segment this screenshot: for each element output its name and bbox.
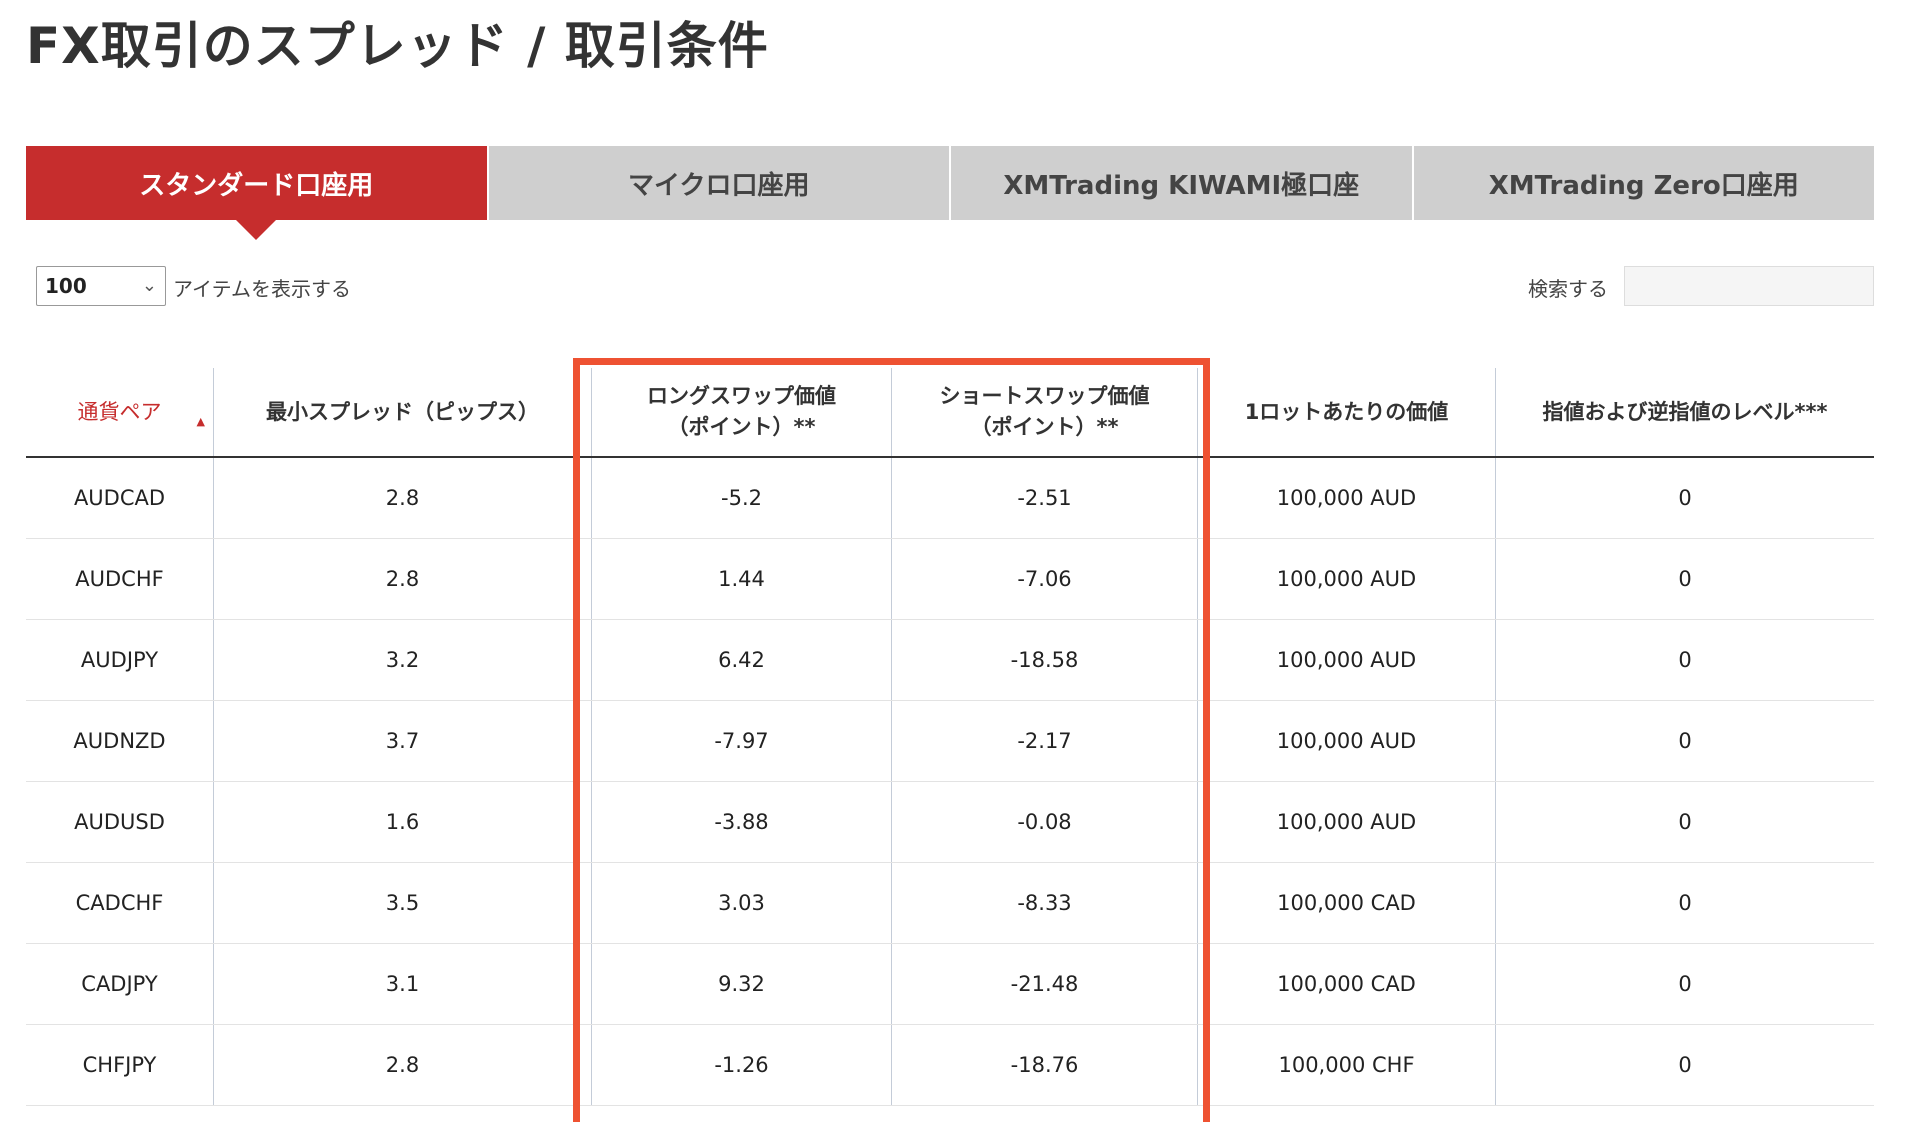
cell-short-swap: -2.51 [891,458,1197,538]
table-row: CADCHF 3.5 3.03 -8.33 100,000 CAD 0 [26,863,1874,944]
tab-zero-account[interactable]: XMTrading Zero口座用 [1411,146,1874,220]
column-header-label: ロングスワップ価値 （ポイント）** [647,381,836,443]
column-header-label: 最小スプレッド（ピップス） [266,399,539,424]
table-controls: 100 ⌄ アイテムを表示する 検索する [36,266,1874,306]
column-header-short-swap[interactable]: ショートスワップ価値 （ポイント）** [891,368,1197,456]
cell-order-level: 0 [1495,539,1874,619]
spread-table: 通貨ペア ▲ 最小スプレッド（ピップス） ロングスワップ価値 （ポイント）** … [26,368,1874,1106]
cell-short-swap: -18.58 [891,620,1197,700]
cell-currency-pair: AUDCAD [73,486,166,510]
cell-long-swap: 3.03 [591,863,891,943]
cell-lot-value: 100,000 CAD [1197,944,1495,1024]
search-label: 検索する [1528,277,1608,301]
cell-currency-pair: AUDCHF [75,567,164,591]
column-header-label: 指値および逆指値のレベル*** [1542,399,1828,424]
cell-short-swap: -7.06 [891,539,1197,619]
cell-min-spread: 1.6 [213,782,591,862]
cell-lot-value: 100,000 AUD [1197,782,1495,862]
table-row: AUDUSD 1.6 -3.88 -0.08 100,000 AUD 0 [26,782,1874,863]
search-input[interactable] [1624,266,1874,306]
cell-min-spread: 3.1 [213,944,591,1024]
cell-order-level: 0 [1495,782,1874,862]
page-size-value: 100 [45,274,87,298]
tab-micro-account[interactable]: マイクロ口座用 [486,146,949,220]
cell-short-swap: -8.33 [891,863,1197,943]
cell-short-swap: -21.48 [891,944,1197,1024]
sort-ascending-icon: ▲ [196,415,205,428]
column-header-long-swap[interactable]: ロングスワップ価値 （ポイント）** [591,368,891,456]
column-header-min-spread[interactable]: 最小スプレッド（ピップス） [213,368,591,456]
tab-kiwami-account[interactable]: XMTrading KIWAMI極口座 [949,146,1412,220]
cell-order-level: 0 [1495,944,1874,1024]
cell-short-swap: -2.17 [891,701,1197,781]
table-row: AUDCHF 2.8 1.44 -7.06 100,000 AUD 0 [26,539,1874,620]
column-header-label-line1: ロングスワップ価値 [647,384,836,408]
cell-currency-pair: AUDUSD [74,810,165,834]
cell-long-swap: 9.32 [591,944,891,1024]
cell-currency-pair: AUDNZD [73,729,166,753]
cell-currency-pair: CADJPY [81,972,158,996]
cell-long-swap: -1.26 [591,1025,891,1105]
cell-long-swap: -3.88 [591,782,891,862]
cell-min-spread: 3.2 [213,620,591,700]
column-header-lot-value[interactable]: 1ロットあたりの価値 [1197,368,1495,456]
cell-lot-value: 100,000 CHF [1197,1025,1495,1105]
cell-lot-value: 100,000 AUD [1197,458,1495,538]
column-header-currency-pair[interactable]: 通貨ペア ▲ [26,368,213,456]
cell-currency-pair: CHFJPY [82,1053,157,1077]
cell-lot-value: 100,000 AUD [1197,620,1495,700]
cell-short-swap: -18.76 [891,1025,1197,1105]
cell-order-level: 0 [1495,701,1874,781]
column-header-label: 1ロットあたりの価値 [1244,399,1449,424]
cell-order-level: 0 [1495,458,1874,538]
table-row: AUDNZD 3.7 -7.97 -2.17 100,000 AUD 0 [26,701,1874,782]
page-size-label: アイテムを表示する [173,277,351,301]
page-size-select[interactable]: 100 ⌄ [36,266,166,306]
table-row: CHFJPY 2.8 -1.26 -18.76 100,000 CHF 0 [26,1025,1874,1106]
column-header-label-line2: （ポイント）** [667,415,816,439]
cell-short-swap: -0.08 [891,782,1197,862]
page-title: FX取引のスプレッド / 取引条件 [26,17,769,75]
column-header-label: ショートスワップ価値 （ポイント）** [940,381,1150,443]
cell-long-swap: -5.2 [591,458,891,538]
cell-order-level: 0 [1495,620,1874,700]
column-header-label-line1: ショートスワップ価値 [939,384,1150,408]
cell-lot-value: 100,000 AUD [1197,701,1495,781]
cell-min-spread: 3.5 [213,863,591,943]
cell-min-spread: 2.8 [213,1025,591,1105]
cell-lot-value: 100,000 AUD [1197,539,1495,619]
cell-min-spread: 2.8 [213,539,591,619]
tab-standard-account[interactable]: スタンダード口座用 [26,146,487,240]
cell-order-level: 0 [1495,863,1874,943]
table-row: AUDCAD 2.8 -5.2 -2.51 100,000 AUD 0 [26,458,1874,539]
column-header-label: 通貨ペア [77,399,162,424]
cell-currency-pair: AUDJPY [80,648,159,672]
column-header-label-line2: （ポイント）** [970,415,1119,439]
table-header: 通貨ペア ▲ 最小スプレッド（ピップス） ロングスワップ価値 （ポイント）** … [26,368,1874,458]
chevron-down-icon: ⌄ [141,275,157,296]
cell-order-level: 0 [1495,1025,1874,1105]
cell-long-swap: -7.97 [591,701,891,781]
table-row: AUDJPY 3.2 6.42 -18.58 100,000 AUD 0 [26,620,1874,701]
column-header-order-levels[interactable]: 指値および逆指値のレベル*** [1495,368,1874,456]
cell-lot-value: 100,000 CAD [1197,863,1495,943]
cell-min-spread: 3.7 [213,701,591,781]
cell-long-swap: 1.44 [591,539,891,619]
cell-long-swap: 6.42 [591,620,891,700]
cell-currency-pair: CADCHF [75,891,164,915]
account-type-tabs: スタンダード口座用 マイクロ口座用 XMTrading KIWAMI極口座 XM… [26,146,1874,240]
table-row: CADJPY 3.1 9.32 -21.48 100,000 CAD 0 [26,944,1874,1025]
cell-min-spread: 2.8 [213,458,591,538]
